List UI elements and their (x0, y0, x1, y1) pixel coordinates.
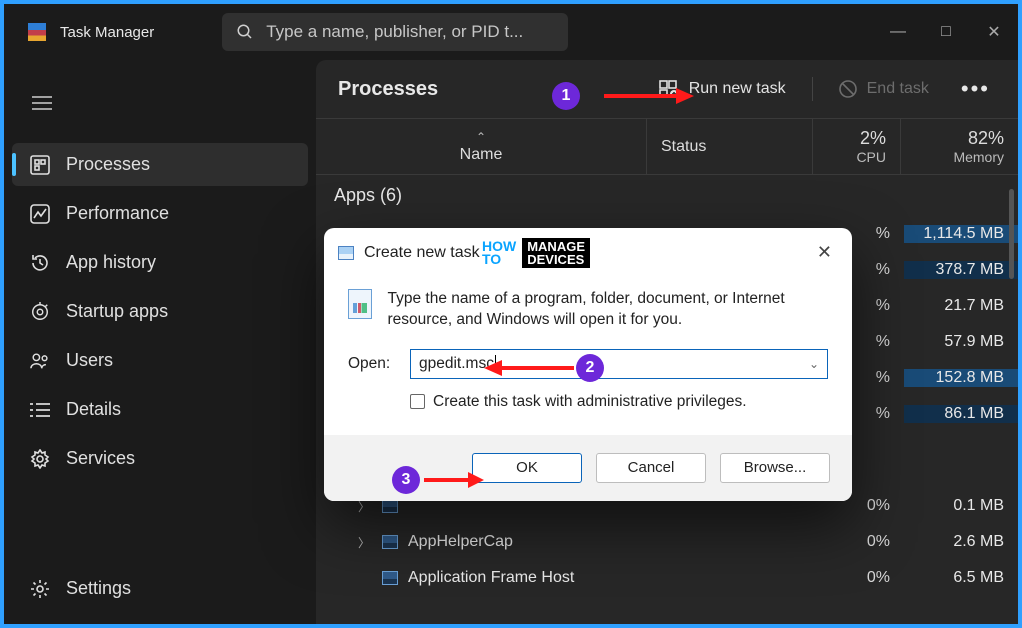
sidebar-item-users[interactable]: Users (12, 339, 308, 382)
sidebar-item-label: Performance (66, 203, 169, 224)
search-icon (236, 23, 254, 41)
window-controls: — □ ✕ (874, 9, 1018, 55)
admin-checkbox[interactable]: Create this task with administrative pri… (348, 393, 828, 411)
close-button[interactable]: ✕ (970, 9, 1018, 55)
dialog-description: Type the name of a program, folder, docu… (388, 289, 828, 331)
process-icon (382, 499, 398, 513)
arrow-icon (604, 86, 694, 106)
sidebar-item-startup-apps[interactable]: Startup apps (12, 290, 308, 333)
chevron-down-icon[interactable]: ⌄ (809, 357, 819, 371)
table-header: ⌃ Name Status 2% CPU 82% Memory (316, 119, 1018, 175)
group-apps[interactable]: Apps (6) (316, 175, 1018, 216)
callout-1: 1 (552, 82, 580, 110)
chevron-right-icon: 〉 (358, 534, 372, 551)
end-task-button[interactable]: End task (829, 74, 939, 104)
table-row[interactable]: 〉AppHelperCap 0%2.6 MB (316, 524, 1018, 560)
sidebar-item-services[interactable]: Services (12, 437, 308, 480)
dialog-icon (338, 246, 354, 260)
sidebar-item-label: App history (66, 252, 156, 273)
cancel-button[interactable]: Cancel (596, 453, 706, 483)
open-input[interactable]: gpedit.msc ⌄ (410, 349, 828, 379)
watermark: HOWTO MANAGEDEVICES (482, 236, 592, 270)
sidebar-item-label: Details (66, 399, 121, 420)
maximize-button[interactable]: □ (922, 9, 970, 55)
sort-caret-icon: ⌃ (476, 130, 486, 144)
table-row[interactable]: Application Frame Host 0%6.5 MB (316, 560, 1018, 596)
col-status[interactable]: Status (646, 119, 812, 174)
dialog-title: Create new task (364, 244, 480, 262)
callout-2: 2 (576, 354, 604, 382)
more-button[interactable]: ••• (955, 76, 996, 102)
task-manager-window: Task Manager Type a name, publisher, or … (4, 4, 1018, 624)
hamburger-button[interactable] (12, 90, 308, 121)
sidebar-item-label: Users (66, 350, 113, 371)
processes-icon (30, 155, 50, 175)
users-icon (30, 351, 50, 371)
process-icon (382, 571, 398, 585)
callout-3: 3 (392, 466, 420, 494)
search-placeholder: Type a name, publisher, or PID t... (266, 22, 523, 42)
app-title: Task Manager (60, 24, 154, 41)
search-input[interactable]: Type a name, publisher, or PID t... (222, 13, 568, 51)
col-cpu[interactable]: 2% CPU (812, 119, 900, 174)
browse-button[interactable]: Browse... (720, 453, 830, 483)
minimize-button[interactable]: — (874, 9, 922, 55)
app-icon (28, 23, 46, 41)
settings-icon (30, 579, 50, 599)
arrow-icon (424, 470, 484, 490)
arrow-icon (484, 358, 574, 378)
ok-button[interactable]: OK (472, 453, 582, 483)
sidebar-item-label: Services (66, 448, 135, 469)
dialog-close-button[interactable]: ✕ (811, 238, 838, 267)
end-task-icon (839, 80, 857, 98)
col-name[interactable]: ⌃ Name (316, 119, 646, 174)
sidebar-item-app-history[interactable]: App history (12, 241, 308, 284)
page-title: Processes (338, 78, 633, 101)
open-label: Open: (348, 355, 396, 373)
performance-icon (30, 204, 50, 224)
sidebar-item-performance[interactable]: Performance (12, 192, 308, 235)
details-icon (30, 400, 50, 420)
titlebar: Task Manager Type a name, publisher, or … (4, 4, 1018, 60)
sidebar: Processes Performance App history Startu… (4, 60, 316, 624)
process-icon (382, 535, 398, 549)
sidebar-item-label: Processes (66, 154, 150, 175)
sidebar-item-label: Settings (66, 578, 131, 599)
run-icon (348, 289, 372, 319)
col-memory[interactable]: 82% Memory (900, 119, 1018, 174)
checkbox-icon (410, 394, 425, 409)
sidebar-item-label: Startup apps (66, 301, 168, 322)
history-icon (30, 253, 50, 273)
sidebar-item-details[interactable]: Details (12, 388, 308, 431)
sidebar-item-processes[interactable]: Processes (12, 143, 308, 186)
startup-icon (30, 302, 50, 322)
scrollbar[interactable] (1009, 189, 1014, 279)
services-icon (30, 449, 50, 469)
sidebar-item-settings[interactable]: Settings (12, 567, 308, 610)
